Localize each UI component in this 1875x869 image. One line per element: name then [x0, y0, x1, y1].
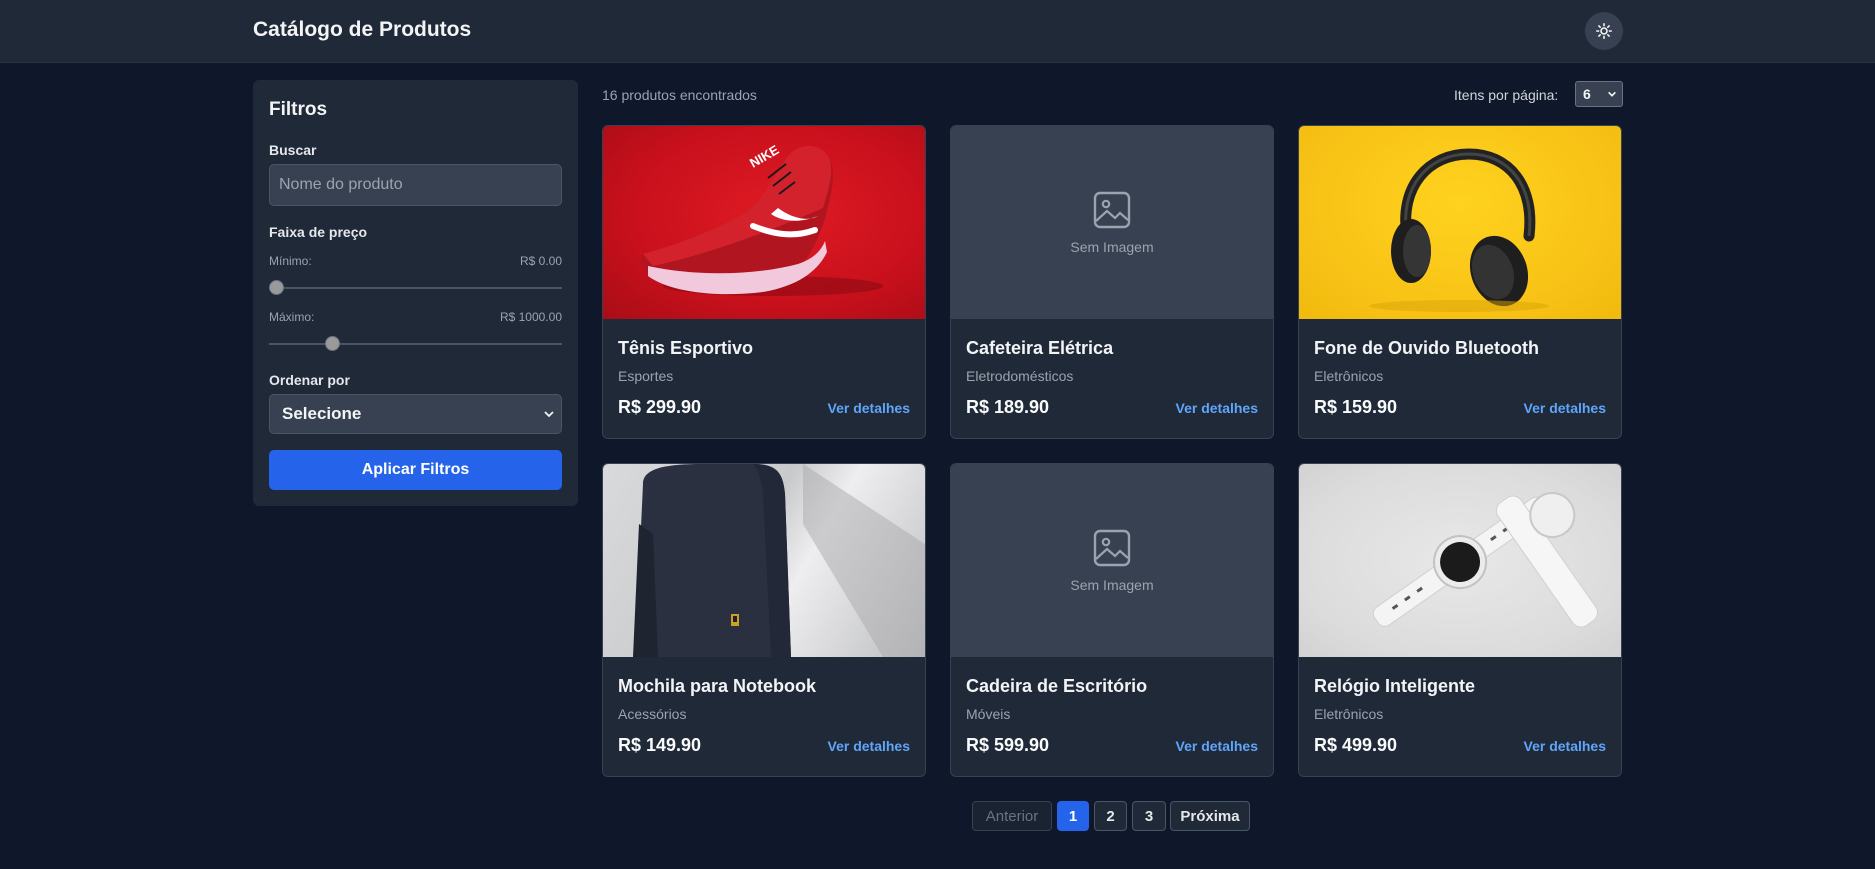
product-image-backpack [603, 464, 925, 657]
product-name: Fone de Ouvido Bluetooth [1314, 338, 1539, 358]
product-card[interactable]: NIKE Tênis Esportivo Esportes R$ 299.90 … [602, 125, 926, 439]
product-card[interactable]: Relógio Inteligente Eletrônicos R$ 499.9… [1298, 463, 1622, 777]
image-placeholder-icon [1093, 529, 1131, 566]
max-price-value: R$ 1000.00 [499, 310, 562, 324]
sort-select[interactable]: Selecione [269, 394, 562, 434]
view-details-link[interactable]: Ver detalhes [1524, 738, 1607, 754]
product-name: Mochila para Notebook [618, 676, 817, 696]
product-price: R$ 149.90 [618, 735, 702, 755]
product-category: Eletrônicos [1314, 706, 1384, 722]
page-title: Catálogo de Produtos [253, 18, 472, 41]
view-details-link[interactable]: Ver detalhes [1524, 400, 1607, 416]
pagination-page-1[interactable]: 1 [1057, 801, 1089, 831]
product-image-placeholder: Sem Imagem [951, 464, 1273, 657]
items-per-page-select[interactable]: 6 [1575, 81, 1623, 107]
pagination-prev-button[interactable]: Anterior [972, 801, 1052, 831]
max-price-slider-thumb[interactable] [324, 336, 340, 351]
product-category: Móveis [966, 706, 1011, 722]
pagination-page-2[interactable]: 2 [1094, 801, 1127, 831]
view-details-link[interactable]: Ver detalhes [828, 400, 911, 416]
product-category: Esportes [618, 368, 674, 384]
product-card[interactable]: Sem Imagem Cadeira de Escritório Móveis … [950, 463, 1274, 777]
filters-panel: Filtros Buscar Faixa de preço Mínimo: R$… [253, 80, 578, 506]
min-price-slider[interactable] [269, 280, 562, 295]
min-price-value: R$ 0.00 [519, 254, 562, 268]
product-image-placeholder: Sem Imagem [951, 126, 1273, 319]
product-price: R$ 189.90 [966, 397, 1050, 417]
chevron-down-icon [1608, 91, 1616, 97]
sort-selected-value: Selecione [282, 404, 362, 423]
product-price: R$ 599.90 [966, 735, 1050, 755]
product-name: Cadeira de Escritório [966, 676, 1148, 696]
items-per-page-value: 6 [1583, 86, 1591, 102]
product-name: Cafeteira Elétrica [966, 338, 1114, 358]
product-price: R$ 299.90 [618, 397, 702, 417]
product-card[interactable]: Mochila para Notebook Acessórios R$ 149.… [602, 463, 926, 777]
chevron-down-icon [544, 411, 554, 418]
min-price-label: Mínimo: [269, 254, 312, 268]
filters-title: Filtros [269, 99, 328, 120]
product-price: R$ 159.90 [1314, 397, 1398, 417]
theme-toggle-button[interactable] [1585, 12, 1623, 50]
no-image-text: Sem Imagem [1070, 238, 1154, 255]
top-header: Catálogo de Produtos [0, 0, 1875, 63]
max-price-label: Máximo: [269, 310, 315, 324]
product-image-headphones [1299, 126, 1621, 319]
view-details-link[interactable]: Ver detalhes [1176, 738, 1259, 754]
product-name: Relógio Inteligente [1314, 676, 1476, 696]
search-label: Buscar [269, 142, 317, 158]
sort-label: Ordenar por [269, 372, 350, 388]
max-price-slider[interactable] [269, 336, 562, 351]
product-name: Tênis Esportivo [618, 338, 754, 358]
product-image-sneaker: NIKE [603, 126, 925, 319]
results-count: 16 produtos encontrados [602, 87, 757, 103]
apply-filters-button[interactable]: Aplicar Filtros [269, 450, 562, 490]
min-price-slider-thumb[interactable] [269, 280, 284, 295]
view-details-link[interactable]: Ver detalhes [828, 738, 911, 754]
product-category: Acessórios [618, 706, 687, 722]
product-price: R$ 499.90 [1314, 735, 1398, 755]
sun-icon [1596, 23, 1612, 39]
product-image-watch [1299, 464, 1621, 657]
search-input[interactable] [269, 164, 562, 206]
view-details-link[interactable]: Ver detalhes [1176, 400, 1259, 416]
product-card[interactable]: Sem Imagem Cafeteira Elétrica Eletrodomé… [950, 125, 1274, 439]
image-placeholder-icon [1093, 191, 1131, 228]
items-per-page-label: Itens por página: [1454, 87, 1559, 103]
pagination-next-button[interactable]: Próxima [1170, 801, 1250, 831]
price-range-label: Faixa de preço [269, 224, 368, 240]
product-category: Eletrodomésticos [966, 368, 1074, 384]
product-card[interactable]: Fone de Ouvido Bluetooth Eletrônicos R$ … [1298, 125, 1622, 439]
no-image-text: Sem Imagem [1070, 576, 1154, 593]
svg-text:NIKE: NIKE [747, 142, 782, 171]
product-category: Eletrônicos [1314, 368, 1384, 384]
pagination-page-3[interactable]: 3 [1132, 801, 1166, 831]
